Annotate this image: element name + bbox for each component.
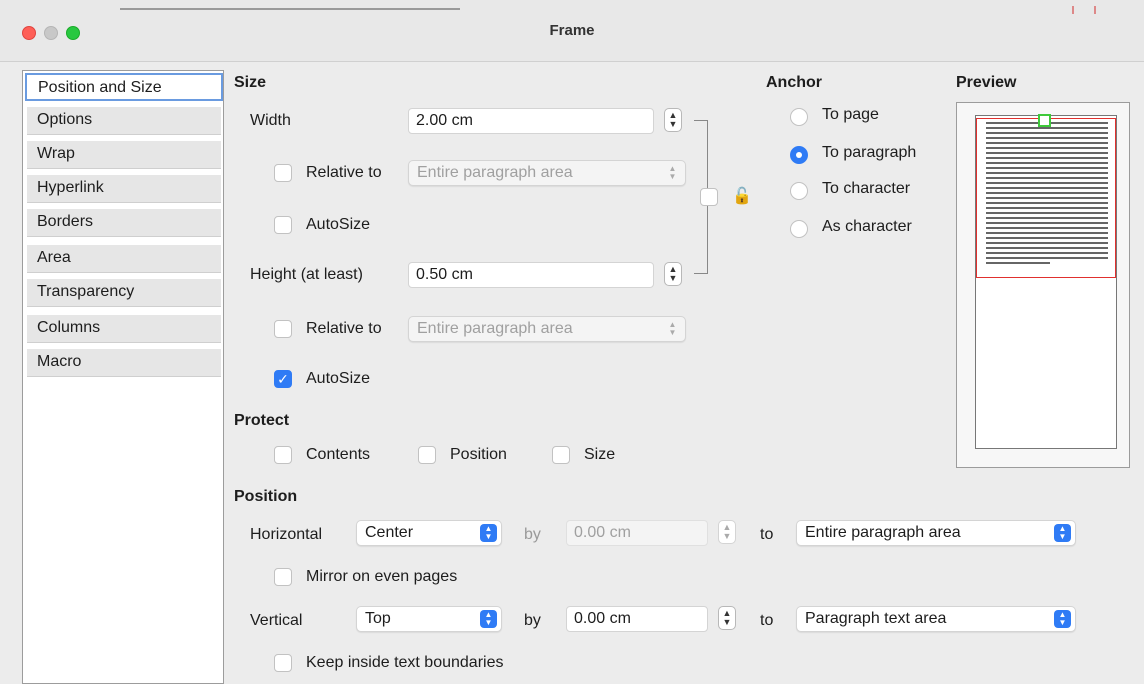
vertical-value: Top: [365, 610, 391, 627]
tab-borders[interactable]: Borders: [27, 209, 221, 237]
chevron-updown-icon: ▲ ▼: [480, 610, 497, 628]
anchor-to-page-label: To page: [822, 106, 879, 123]
tab-wrap[interactable]: Wrap: [27, 141, 221, 169]
anchor-to-paragraph-label: To paragraph: [822, 144, 917, 161]
protect-position-checkbox[interactable]: [418, 446, 436, 464]
anchor-to-paragraph-radio[interactable]: [790, 146, 808, 164]
protect-heading: Protect: [234, 412, 290, 429]
window-title: Frame: [549, 22, 595, 39]
chevron-updown-icon: ▲ ▼: [1054, 524, 1071, 542]
keep-ratio-checkbox[interactable]: [700, 188, 718, 206]
height-autosize-checkbox[interactable]: ✓: [274, 370, 292, 388]
background-window-mark: [1094, 6, 1096, 14]
protect-position-label: Position: [450, 446, 507, 463]
preview-frame-outline: [976, 118, 1116, 278]
height-label: Height (at least): [250, 266, 363, 283]
width-autosize-label: AutoSize: [306, 216, 371, 233]
width-relative-value: Entire paragraph area: [417, 164, 573, 181]
tab-macro[interactable]: Macro: [27, 349, 221, 377]
horizontal-to-select[interactable]: Entire paragraph area ▲ ▼: [796, 520, 1076, 546]
height-relative-checkbox[interactable]: [274, 320, 292, 338]
protect-size-label: Size: [584, 446, 616, 463]
width-autosize-checkbox[interactable]: [274, 216, 292, 234]
width-label: Width: [250, 112, 291, 129]
anchor-as-character-label: As character: [822, 218, 912, 235]
tab-transparency[interactable]: Transparency: [27, 279, 221, 307]
chevron-updown-icon: ▲ ▼: [668, 320, 677, 337]
vertical-to-select[interactable]: Paragraph text area ▲ ▼: [796, 606, 1076, 632]
anchor-heading: Anchor: [766, 74, 822, 91]
vertical-select[interactable]: Top ▲ ▼: [356, 606, 502, 632]
vertical-by-stepper[interactable]: ▲ ▼: [718, 606, 736, 630]
protect-contents-label: Contents: [306, 446, 371, 463]
preview-heading: Preview: [956, 74, 1017, 91]
preview-frame-handle: [1038, 114, 1051, 127]
chevron-updown-icon: ▲ ▼: [1054, 610, 1071, 628]
vertical-by-label: by: [524, 612, 541, 629]
width-field[interactable]: 2.00 cm: [408, 108, 654, 134]
horizontal-by-field[interactable]: 0.00 cm: [566, 520, 708, 546]
keep-inside-boundaries-label: Keep inside text boundaries: [306, 654, 504, 671]
height-relative-value: Entire paragraph area: [417, 320, 573, 337]
size-heading: Size: [234, 74, 267, 91]
mirror-even-pages-checkbox[interactable]: [274, 568, 292, 586]
width-relative-label: Relative to: [306, 164, 382, 181]
anchor-to-character-label: To character: [822, 180, 911, 197]
chevron-updown-icon: ▲ ▼: [480, 524, 497, 542]
background-window-mark: [1072, 6, 1074, 14]
protect-contents-checkbox[interactable]: [274, 446, 292, 464]
width-stepper[interactable]: ▲ ▼: [664, 108, 682, 132]
horizontal-to-value: Entire paragraph area: [805, 524, 961, 541]
horizontal-to-label: to: [760, 526, 774, 543]
background-window-edge: [120, 8, 460, 10]
position-heading: Position: [234, 488, 298, 505]
vertical-to-label: to: [760, 612, 774, 629]
anchor-as-character-radio[interactable]: [790, 220, 808, 238]
tab-position-and-size[interactable]: Position and Size: [25, 73, 223, 101]
horizontal-by-label: by: [524, 526, 541, 543]
height-stepper[interactable]: ▲ ▼: [664, 262, 682, 286]
preview-page: [975, 114, 1117, 449]
lock-icon: 🔓: [732, 188, 752, 205]
vertical-by-field[interactable]: 0.00 cm: [566, 606, 708, 632]
width-relative-select[interactable]: Entire paragraph area ▲ ▼: [408, 160, 686, 186]
tab-hyperlink[interactable]: Hyperlink: [27, 175, 221, 203]
height-relative-select[interactable]: Entire paragraph area ▲ ▼: [408, 316, 686, 342]
horizontal-select[interactable]: Center ▲ ▼: [356, 520, 502, 546]
anchor-to-character-radio[interactable]: [790, 182, 808, 200]
tab-columns[interactable]: Columns: [27, 315, 221, 343]
anchor-to-page-radio[interactable]: [790, 108, 808, 126]
keep-inside-boundaries-checkbox[interactable]: [274, 654, 292, 672]
tab-area[interactable]: Area: [27, 245, 221, 273]
horizontal-by-stepper[interactable]: ▲ ▼: [718, 520, 736, 544]
horizontal-value: Center: [365, 524, 414, 541]
height-autosize-label: AutoSize: [306, 370, 371, 387]
horizontal-label: Horizontal: [250, 526, 323, 543]
protect-size-checkbox[interactable]: [552, 446, 570, 464]
sidebar-tab-list: Position and Size Options Wrap Hyperlink…: [22, 70, 224, 684]
tab-options[interactable]: Options: [27, 107, 221, 135]
width-relative-checkbox[interactable]: [274, 164, 292, 182]
chevron-updown-icon: ▲ ▼: [668, 164, 677, 181]
height-field[interactable]: 0.50 cm: [408, 262, 654, 288]
vertical-to-value: Paragraph text area: [805, 610, 947, 627]
mirror-even-pages-label: Mirror on even pages: [306, 568, 458, 585]
title-bar: Frame: [0, 0, 1144, 62]
preview-box: [956, 102, 1130, 468]
vertical-label: Vertical: [250, 612, 303, 629]
height-relative-label: Relative to: [306, 320, 382, 337]
